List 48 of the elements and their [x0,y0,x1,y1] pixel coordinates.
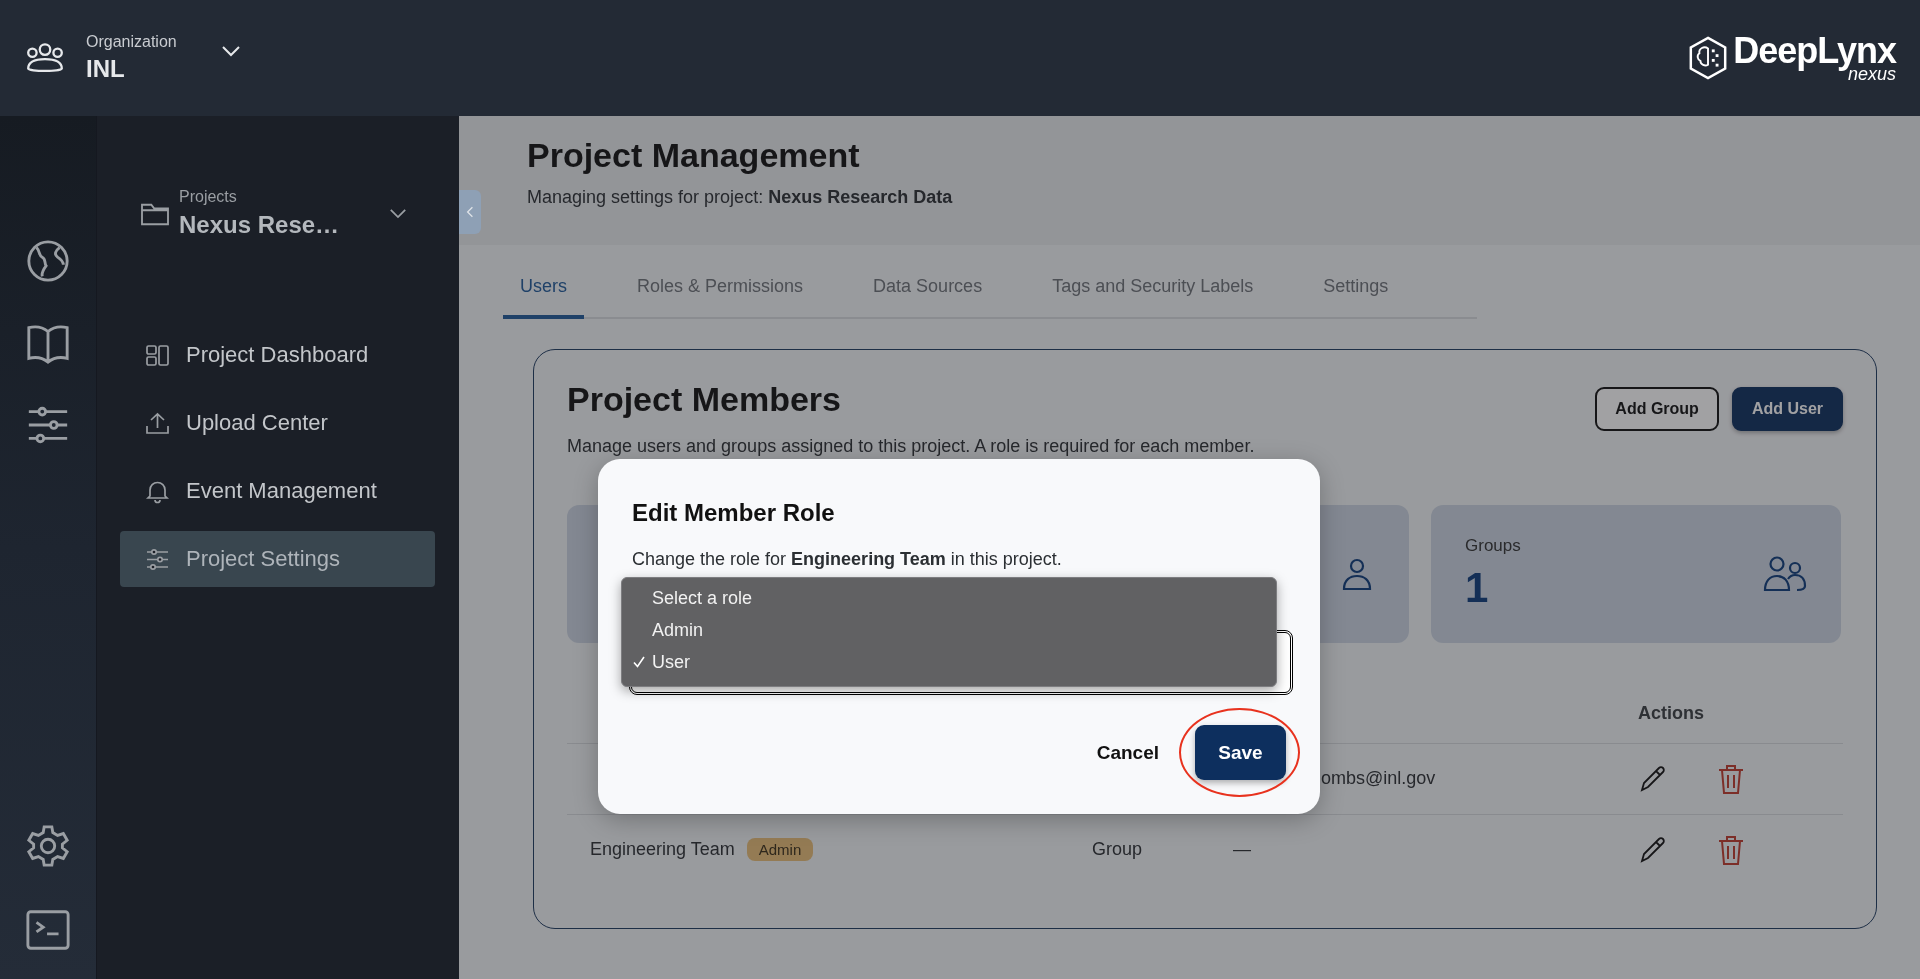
section-title: Project Members [567,380,841,419]
chevron-down-icon[interactable] [389,208,407,219]
logo-wordmark: DeepLynx [1733,33,1896,69]
tab[interactable]: Settings [1306,262,1406,319]
table-cell: — [1233,839,1251,861]
tab[interactable]: Roles & Permissions [620,262,821,319]
dialog-text: Change the role for Engineering Team in this project. [632,549,1063,570]
dropdown-option[interactable]: Admin [632,614,1266,646]
sliders-icon [145,546,170,572]
page-subtitle: Managing settings for project: Nexus Research Data [527,187,954,208]
stat-value: 1 [1465,563,1490,612]
nav-item[interactable]: Upload Center [120,395,435,451]
table-cell: Engineering Team [590,839,735,861]
role-badge: Admin [746,838,814,862]
organization-label: Organization [86,33,177,51]
terminal-icon[interactable] [25,907,71,953]
dropdown-option[interactable]: Select a role [632,582,1266,614]
settings-icon[interactable] [25,823,71,869]
section-description: Manage users and groups assigned to this project. A role is required for each member. [567,437,1256,457]
nav-item[interactable]: Project Settings [120,531,435,587]
tab[interactable]: Tags and Security Labels [1035,262,1271,319]
project-name: Nexus Rese… [179,211,340,239]
dashboard-icon [145,342,170,368]
chevron-left-icon [466,205,474,219]
people-icon [1763,554,1807,593]
person-icon [1342,556,1372,591]
add-user-button[interactable]: Add User [1731,387,1843,431]
dialog-title: Edit Member Role [632,499,836,527]
nav-item[interactable]: Event Management [120,463,435,519]
add-group-button[interactable]: Add Group [1595,387,1719,431]
save-button[interactable]: Save [1195,725,1286,780]
projects-label: Projects [179,188,238,206]
table-cell: Group [1092,839,1143,861]
globe-icon[interactable] [25,238,71,284]
column-header: Actions [1637,702,1705,724]
page-title: Project Management [527,136,861,175]
nav-item[interactable]: Project Dashboard [120,327,435,383]
upload-icon [145,410,170,436]
stat-label: Groups [1465,535,1521,556]
organization-name: INL [86,55,126,83]
trash-icon[interactable] [1716,833,1746,866]
tab[interactable]: Data Sources [856,262,1000,319]
people-icon [24,41,66,75]
table-cell: ombs@inl.gov [1321,768,1436,790]
cancel-button[interactable]: Cancel [1096,733,1159,772]
trash-icon[interactable] [1716,762,1746,795]
tab[interactable]: Users [503,262,584,319]
dropdown-option[interactable]: User [632,646,1266,678]
